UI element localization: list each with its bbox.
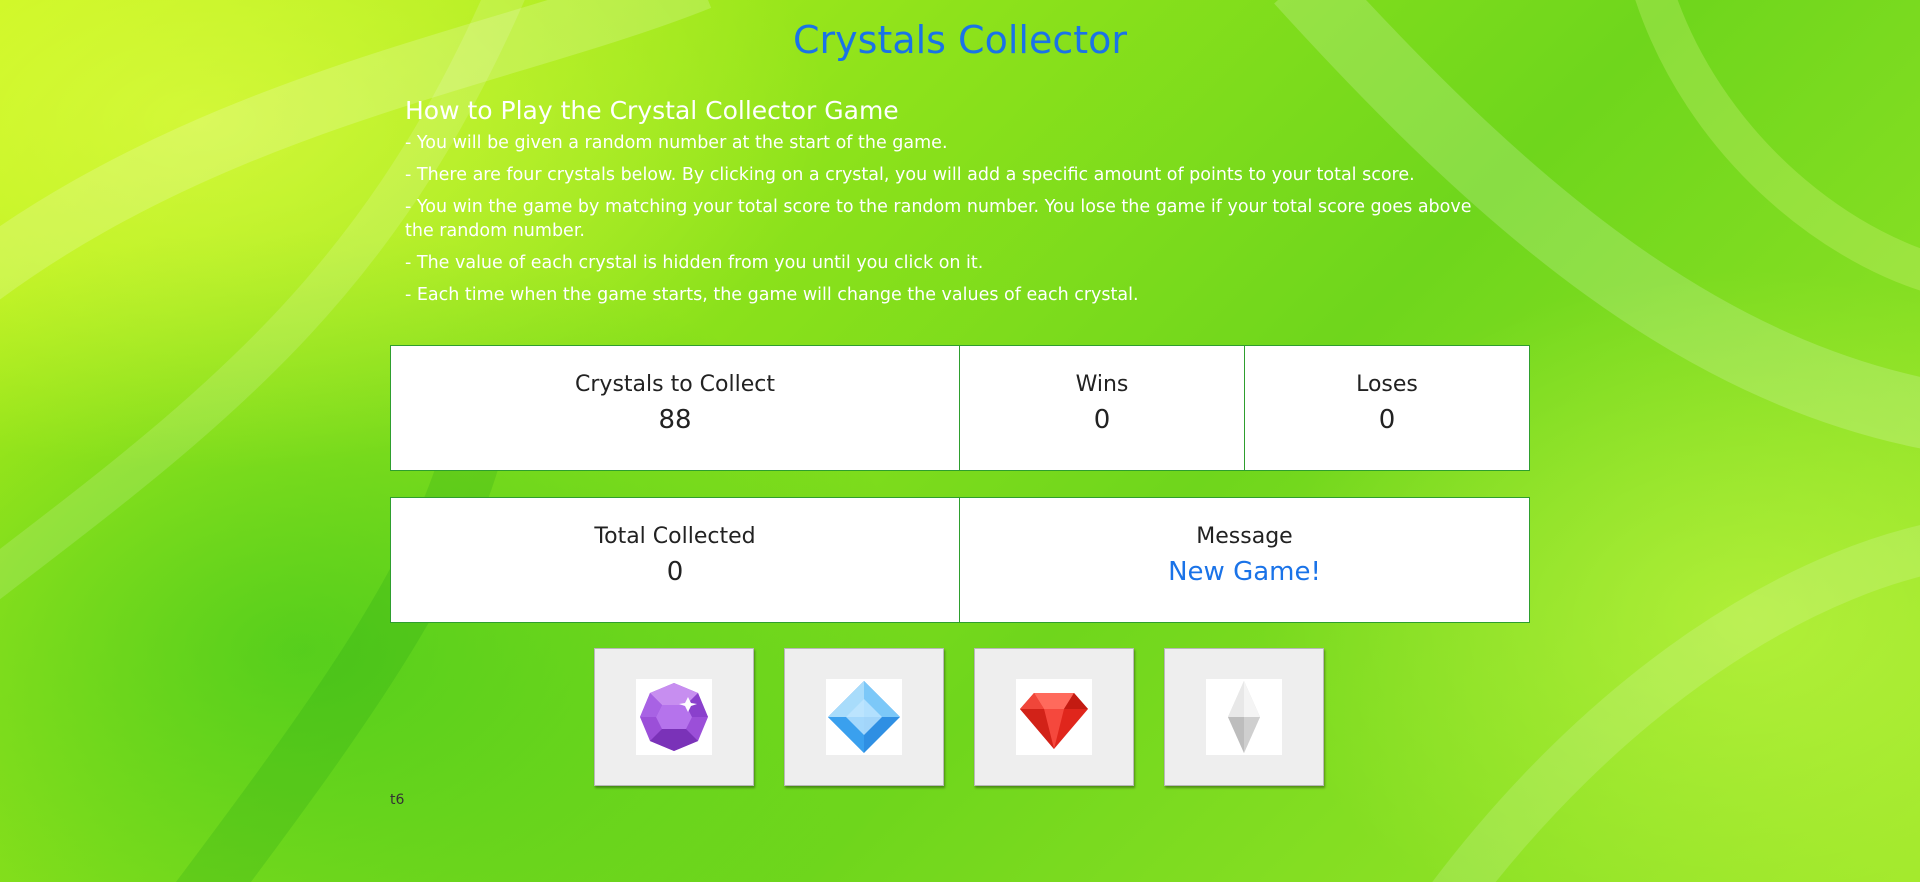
- blue-crystal-button[interactable]: [784, 648, 944, 786]
- loses-label: Loses: [1356, 372, 1418, 397]
- loses-panel: Loses 0: [1245, 345, 1530, 471]
- instruction-line: - You will be given a random number at t…: [405, 133, 948, 153]
- target-label: Crystals to Collect: [575, 372, 775, 397]
- red-crystal-button[interactable]: [974, 648, 1134, 786]
- wins-panel: Wins 0: [960, 345, 1245, 471]
- wins-value: 0: [1093, 405, 1111, 435]
- message-value: New Game!: [1168, 557, 1321, 587]
- target-value: 88: [658, 405, 692, 435]
- instruction-line: - The value of each crystal is hidden fr…: [405, 253, 984, 273]
- white-crystal-button[interactable]: [1164, 648, 1324, 786]
- status-row: Total Collected 0 Message New Game!: [390, 497, 1530, 623]
- instructions-section: How to Play the Crystal Collector Game -…: [405, 96, 1495, 315]
- instructions-heading: How to Play the Crystal Collector Game: [405, 96, 899, 125]
- message-label: Message: [1196, 524, 1293, 549]
- page-title: Crystals Collector: [792, 18, 1127, 62]
- red-gem-icon: [1016, 679, 1092, 755]
- total-label: Total Collected: [594, 524, 756, 549]
- purple-gem-icon: [636, 679, 712, 755]
- target-panel: Crystals to Collect 88: [390, 345, 960, 471]
- instruction-line: - You win the game by matching your tota…: [405, 197, 1472, 241]
- purple-crystal-button[interactable]: [594, 648, 754, 786]
- total-panel: Total Collected 0: [390, 497, 960, 623]
- instruction-line: - Each time when the game starts, the ga…: [405, 285, 1139, 305]
- total-value: 0: [666, 557, 684, 587]
- instruction-line: - There are four crystals below. By clic…: [405, 165, 1415, 185]
- loses-value: 0: [1378, 405, 1396, 435]
- wins-label: Wins: [1075, 372, 1129, 397]
- crystal-buttons: [594, 648, 1324, 786]
- white-gem-icon: [1206, 679, 1282, 755]
- footer-tag: t6: [390, 792, 405, 808]
- message-panel: Message New Game!: [960, 497, 1530, 623]
- score-row: Crystals to Collect 88 Wins 0 Loses 0: [390, 345, 1530, 471]
- blue-gem-icon: [826, 679, 902, 755]
